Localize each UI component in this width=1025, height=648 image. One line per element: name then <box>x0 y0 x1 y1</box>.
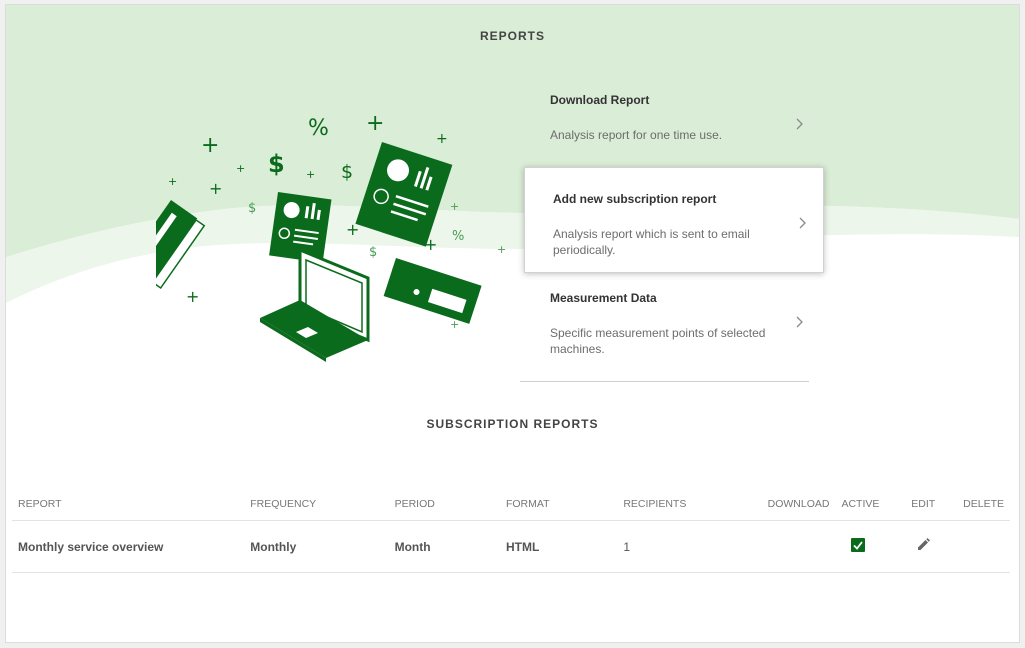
cell-recipients: 1 <box>617 520 762 573</box>
option-description: Analysis report for one time use. <box>550 128 723 142</box>
column-header-period[interactable]: PERIOD <box>388 487 500 521</box>
svg-text:+: + <box>236 162 245 175</box>
svg-text:+: + <box>497 243 506 256</box>
cell-download <box>761 520 836 573</box>
svg-text:%: % <box>308 116 329 141</box>
svg-text:%: % <box>452 229 464 244</box>
options-divider <box>520 381 809 382</box>
option-description: Analysis report which is sent to email p… <box>553 227 750 257</box>
column-header-frequency[interactable]: FREQUENCY <box>244 487 389 521</box>
subscriptions-title: SUBSCRIPTION REPORTS <box>426 417 599 431</box>
table-header-row: REPORT FREQUENCY PERIOD FORMAT RECIPIENT… <box>12 487 1010 521</box>
column-header-download: DOWNLOAD <box>761 487 836 521</box>
option-title: Download Report <box>550 93 650 107</box>
option-description: Specific measurement points of selected … <box>550 326 766 356</box>
option-title: Measurement Data <box>550 291 657 305</box>
page-title: REPORTS <box>479 29 545 43</box>
cell-format: HTML <box>499 520 618 573</box>
svg-text:+: + <box>436 131 448 147</box>
download-report-option[interactable]: Download Report Analysis report for one … <box>522 69 820 175</box>
svg-text:+: + <box>186 287 199 306</box>
cell-period: Month <box>388 520 500 573</box>
cell-active <box>835 520 906 573</box>
svg-text:+: + <box>306 168 315 181</box>
svg-text:$: $ <box>341 161 353 183</box>
pencil-icon[interactable] <box>915 537 931 553</box>
svg-text:+: + <box>201 133 219 158</box>
option-title: Add new subscription report <box>553 192 717 206</box>
svg-text:+: + <box>209 179 222 198</box>
chevron-right-icon <box>796 118 803 130</box>
svg-text:$: $ <box>369 245 377 260</box>
active-checkbox-icon[interactable] <box>851 538 866 552</box>
table-row: Monthly service overview Monthly Month H… <box>12 520 1010 573</box>
column-header-active: ACTIVE <box>835 487 906 521</box>
svg-text:+: + <box>366 111 384 136</box>
column-header-delete: DELETE <box>957 487 1010 521</box>
add-subscription-report-option[interactable]: Add new subscription report Analysis rep… <box>524 167 824 273</box>
svg-text:+: + <box>450 200 459 213</box>
column-header-recipients[interactable]: RECIPIENTS <box>617 487 762 521</box>
reports-illustration: + % + + $ $ + + + + $ + $ + % + + + + <box>156 111 506 362</box>
chevron-right-icon <box>799 217 806 229</box>
cell-report: Monthly service overview <box>12 520 245 573</box>
cell-edit <box>905 520 958 573</box>
cell-frequency: Monthly <box>244 520 389 573</box>
svg-text:$: $ <box>248 201 256 216</box>
chevron-right-icon <box>796 316 803 328</box>
column-header-format[interactable]: FORMAT <box>499 487 618 521</box>
svg-text:$: $ <box>268 150 285 178</box>
subscriptions-table: REPORT FREQUENCY PERIOD FORMAT RECIPIENT… <box>12 487 1010 573</box>
measurement-data-option[interactable]: Measurement Data Specific measurement po… <box>522 267 820 373</box>
column-header-edit: EDIT <box>905 487 958 521</box>
reports-card: REPORTS + % + + $ $ + + + + $ + $ + % + … <box>5 4 1020 643</box>
cell-delete <box>957 520 1010 573</box>
column-header-report[interactable]: REPORT <box>12 487 245 521</box>
svg-text:+: + <box>168 175 177 188</box>
